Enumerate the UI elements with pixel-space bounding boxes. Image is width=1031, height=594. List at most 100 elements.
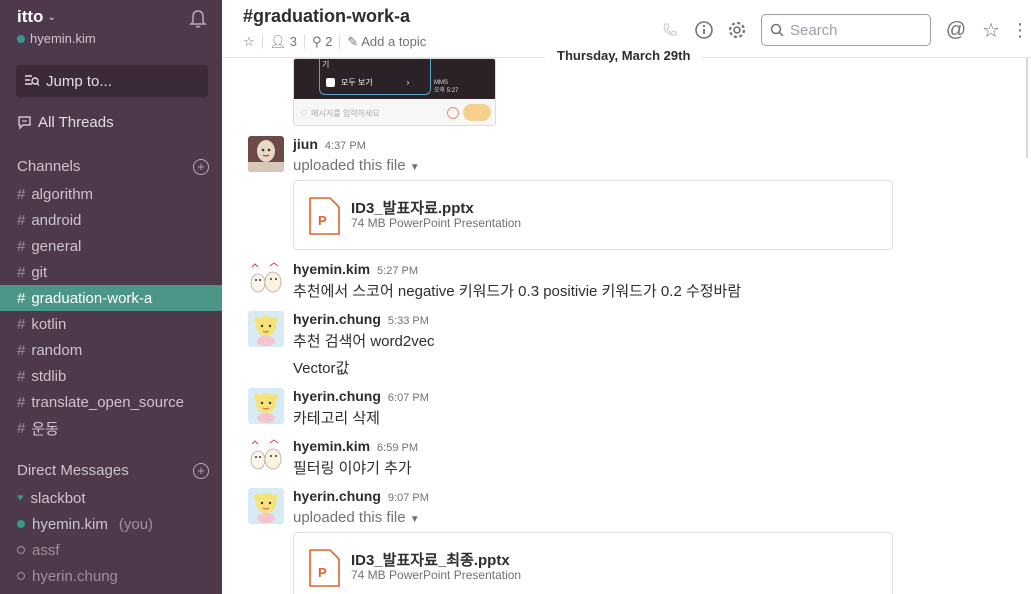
sidebar-channel-item[interactable]: # stdlib [0, 363, 222, 389]
channel-title[interactable]: #graduation-work-a [243, 6, 410, 27]
dm-list: ♥ slackbot hyemin.kim (you) assf hyerin.chung [0, 485, 222, 589]
notifications-bell-icon[interactable] [189, 9, 207, 29]
sidebar-dm-item[interactable]: hyerin.chung [0, 563, 222, 589]
image-input-bar: ♡ 메시지를 입력하세요 [294, 99, 495, 125]
all-threads-link[interactable]: All Threads [17, 114, 114, 131]
members-count-value: 3 [289, 34, 298, 49]
file-name[interactable]: ID3_발표자료_최종.pptx [351, 549, 510, 570]
dm-name: hyerin.chung [32, 567, 118, 585]
slack-app: itto ⌄ hyemin.kim Jump to... All Threads… [0, 0, 1031, 594]
starred-icon[interactable]: ☆ [980, 19, 1002, 42]
message-time[interactable]: 6:59 PM [377, 442, 418, 454]
offline-status-icon [17, 572, 25, 580]
file-name[interactable]: ID3_발표자료.pptx [351, 197, 474, 218]
channel-view: #graduation-work-a ☆ 👤︎ 3 ⚲ 2 ✎ Add a to… [222, 0, 1031, 594]
search-input[interactable]: Search [761, 14, 931, 46]
hash-icon: # [17, 289, 26, 307]
avatar[interactable] [248, 488, 284, 524]
dm-name: slackbot [30, 489, 86, 507]
sidebar-channel-item[interactable]: # random [0, 337, 222, 363]
mentions-icon[interactable]: @ [945, 19, 967, 41]
sidebar-channel-item[interactable]: # graduation-work-a [0, 285, 222, 311]
pins-count[interactable]: ⚲ 2 [312, 34, 332, 50]
svg-text:P: P [318, 565, 327, 580]
dm-section-header[interactable]: Direct Messages + [17, 462, 209, 479]
dm-name: assf [32, 541, 60, 559]
jump-to-icon [25, 75, 40, 86]
image-attachment-preview[interactable]: 기 모두 보기 › MMS 오후 5:27 ♡ 메시지를 입력하세요 [293, 58, 496, 126]
preview-text: 기 [322, 60, 330, 69]
avatar[interactable] [248, 261, 284, 297]
svg-text:P: P [318, 213, 327, 228]
powerpoint-file-icon: P [309, 549, 340, 587]
upload-notice[interactable]: uploaded this file ▼ [293, 157, 1013, 174]
hash-icon: # [17, 393, 26, 411]
add-channel-icon[interactable]: + [193, 158, 209, 175]
message-body: hyemin.kim 6:59 PM 필터링 이야기 추가 [293, 438, 1013, 479]
message-body: hyemin.kim 5:27 PM 추천에서 스코어 negative 키워드가 … [293, 261, 1013, 302]
add-dm-icon[interactable]: + [193, 462, 209, 479]
more-options-icon[interactable]: ⋮ [1009, 19, 1031, 41]
info-icon[interactable] [693, 19, 715, 41]
send-icon [463, 104, 491, 121]
sidebar-channel-item[interactable]: # git [0, 259, 222, 285]
message-time[interactable]: 6:07 PM [388, 392, 429, 404]
message-author[interactable]: hyemin.kim [293, 261, 370, 277]
workspace-name: itto [17, 7, 44, 26]
sidebar-channel-item[interactable]: # 운동 [0, 415, 222, 441]
sidebar-dm-item[interactable]: hyemin.kim (you) [0, 511, 222, 537]
powerpoint-file-icon: P [309, 197, 340, 235]
chevron-right-icon: › [406, 78, 410, 87]
upload-notice[interactable]: uploaded this file ▼ [293, 509, 1013, 526]
channel-name: algorithm [31, 185, 94, 203]
gear-icon[interactable] [726, 19, 748, 41]
scrollbar[interactable] [1023, 58, 1031, 594]
workspace-header[interactable]: itto ⌄ hyemin.kim [17, 7, 207, 46]
avatar[interactable] [248, 388, 284, 424]
jump-to-button[interactable]: Jump to... [16, 65, 208, 97]
hash-icon: # [17, 211, 26, 229]
channel-meta: ☆ 👤︎ 3 ⚲ 2 ✎ Add a topic [243, 34, 426, 50]
message-header: hyerin.chung 5:33 PM [293, 311, 1013, 329]
message-time[interactable]: 9:07 PM [388, 492, 429, 504]
channel-name: git [31, 263, 48, 281]
avatar[interactable] [248, 311, 284, 347]
message-time[interactable]: 4:37 PM [325, 140, 366, 152]
divider [339, 35, 341, 49]
message-author[interactable]: hyerin.chung [293, 311, 381, 327]
message-author[interactable]: hyemin.kim [293, 438, 370, 454]
message-author[interactable]: jiun [293, 136, 318, 152]
message-author[interactable]: hyerin.chung [293, 488, 381, 504]
message-time[interactable]: 5:33 PM [388, 315, 429, 327]
channel-name: android [31, 211, 82, 229]
file-attachment[interactable]: P ID3_발표자료_최종.pptx 74 MB PowerPoint Presen… [293, 532, 893, 594]
sidebar-channel-item[interactable]: # kotlin [0, 311, 222, 337]
avatar[interactable] [248, 136, 284, 172]
dm-name: hyemin.kim [32, 515, 108, 533]
sidebar-channel-item[interactable]: # android [0, 207, 222, 233]
channels-section-header[interactable]: Channels + [17, 158, 209, 175]
message-author[interactable]: hyerin.chung [293, 388, 381, 404]
sidebar-dm-item[interactable]: ♥ slackbot [0, 485, 222, 511]
sidebar-channel-item[interactable]: # algorithm [0, 181, 222, 207]
file-meta: 74 MB PowerPoint Presentation [351, 568, 522, 582]
message-text: 필터링 이야기 추가 [293, 460, 412, 477]
online-status-icon [17, 34, 25, 43]
message-time[interactable]: 5:27 PM [377, 265, 418, 277]
hash-icon: # [17, 341, 26, 359]
hash-icon: # [17, 367, 26, 385]
workspace-name-row[interactable]: itto ⌄ [17, 7, 207, 27]
sidebar-channel-item[interactable]: # translate_open_source [0, 389, 222, 415]
avatar[interactable] [248, 438, 284, 474]
members-count[interactable]: 👤︎ 3 [270, 34, 297, 50]
current-user: hyemin.kim [17, 31, 207, 46]
hash-icon: # [17, 419, 26, 437]
star-icon[interactable]: ☆ [243, 34, 255, 50]
sidebar-channel-item[interactable]: # general [0, 233, 222, 259]
add-topic-button[interactable]: ✎ Add a topic [347, 34, 426, 50]
sidebar-dm-item[interactable]: assf [0, 537, 222, 563]
file-attachment[interactable]: P ID3_발표자료.pptx 74 MB PowerPoint Presentat… [293, 180, 893, 250]
offline-status-icon [17, 546, 25, 554]
call-icon[interactable] [659, 19, 681, 41]
member-icon: 👤︎ [269, 34, 287, 49]
